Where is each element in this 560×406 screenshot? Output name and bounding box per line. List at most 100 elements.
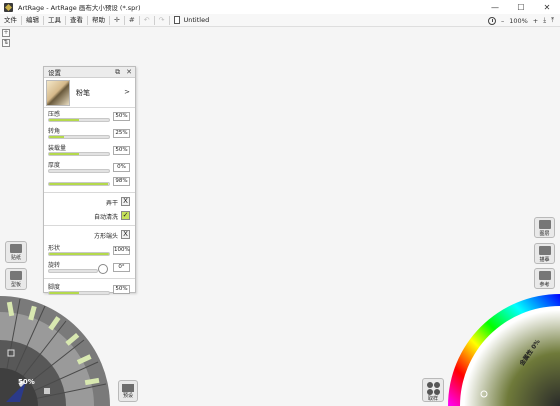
- check-label: 方形端头: [93, 233, 118, 240]
- transform-icon[interactable]: ✛: [110, 15, 125, 25]
- slider-label: 形状: [48, 245, 61, 252]
- shape-slider[interactable]: [48, 252, 110, 256]
- thickness-slider-row: 厚度 0%: [44, 159, 135, 176]
- document-title: Untitled: [183, 16, 210, 24]
- slider-label: 旋转: [48, 262, 61, 269]
- divider: [44, 278, 135, 279]
- maximize-button[interactable]: ☐: [508, 0, 534, 14]
- settings-panel-header[interactable]: 设置 ⧉ ✕: [44, 67, 135, 78]
- zoom-level[interactable]: 100%: [509, 17, 528, 25]
- minimize-button[interactable]: —: [482, 0, 508, 14]
- panel-options-icon[interactable]: ⧉: [115, 68, 120, 77]
- reference-label: 参考: [539, 282, 550, 288]
- tracing-button[interactable]: 描摹: [534, 243, 555, 264]
- tracing-label: 描摹: [539, 257, 550, 263]
- square-head-toggle-row: 方形端头 X: [44, 228, 135, 242]
- tool-name: 粉笔: [76, 88, 90, 97]
- stickers-button[interactable]: 贴纸: [5, 241, 27, 263]
- redo-icon[interactable]: ↷: [155, 15, 170, 25]
- panel-close-icon[interactable]: ✕: [126, 68, 132, 77]
- rotation-slider-row: 转角 25%: [44, 125, 135, 142]
- window-controls: — ☐ ✕: [482, 0, 560, 14]
- slider-fill: [49, 253, 109, 255]
- settings-panel-title: 设置: [48, 69, 61, 77]
- tool-wheel[interactable]: [0, 296, 130, 406]
- slider-fill: [49, 292, 79, 294]
- slider-label: 厚度: [48, 162, 61, 169]
- rotation-dial[interactable]: [98, 264, 108, 274]
- export-icon[interactable]: ⤒: [551, 16, 554, 25]
- softness-slider-row: 98%: [44, 176, 135, 190]
- presets-icon: [122, 384, 134, 392]
- reference-button[interactable]: 参考: [534, 268, 555, 289]
- loading-value[interactable]: 50%: [113, 146, 130, 155]
- loading-slider[interactable]: [48, 152, 110, 156]
- width-slider[interactable]: [48, 291, 110, 295]
- pressure-slider[interactable]: [48, 118, 110, 122]
- zoom-out-button[interactable]: –: [501, 17, 504, 25]
- menu-file[interactable]: 文件: [0, 15, 22, 25]
- undo-icon[interactable]: ↶: [140, 15, 155, 25]
- menu-view[interactable]: 查看: [66, 15, 88, 25]
- close-button[interactable]: ✕: [534, 0, 560, 14]
- dry-checkbox[interactable]: X: [121, 197, 130, 206]
- layers-label: 图层: [539, 231, 550, 237]
- thickness-slider[interactable]: [48, 169, 110, 173]
- head-rotation-slider[interactable]: [48, 269, 98, 273]
- thickness-value[interactable]: 0%: [113, 163, 130, 172]
- auto-clean-toggle-row: 自动清洗 ✓: [44, 209, 135, 223]
- import-icon[interactable]: ⤓: [543, 16, 546, 25]
- add-guide-icon[interactable]: +: [2, 29, 10, 37]
- check-label: 自动清洗: [93, 214, 118, 221]
- divider: [44, 192, 135, 193]
- color-picker[interactable]: [448, 294, 560, 406]
- slider-label: 压感: [48, 111, 61, 118]
- pressure-value[interactable]: 50%: [113, 112, 130, 121]
- tool-selector[interactable]: 粉笔 >: [44, 78, 135, 108]
- rotate-value[interactable]: 25%: [113, 129, 130, 138]
- check-label: 弄干: [105, 200, 118, 207]
- canvas-zoom-level: 50%: [18, 378, 35, 386]
- stencils-button[interactable]: 型板: [5, 268, 27, 290]
- stickers-label: 贴纸: [10, 255, 21, 261]
- presets-button[interactable]: 预设: [118, 380, 138, 402]
- rotate-slider[interactable]: [48, 135, 110, 139]
- tracing-icon: [538, 246, 551, 255]
- menu-tools[interactable]: 工具: [44, 15, 66, 25]
- dry-toggle-row: 弄干 X: [44, 195, 135, 209]
- window-title: ArtRage - ArtRage 画布大小预设 (*.spr): [18, 4, 141, 12]
- samples-icon: [426, 382, 440, 395]
- layers-icon: [538, 220, 551, 229]
- head-rotation-row: 旋转 0°: [44, 259, 135, 276]
- samples-button[interactable]: 取样: [422, 378, 444, 402]
- title-bar: ArtRage - ArtRage 画布大小预设 (*.spr) — ☐ ✕: [0, 0, 560, 14]
- pressure-slider-row: 压感 50%: [44, 108, 135, 125]
- grid-icon[interactable]: #: [125, 15, 140, 25]
- slider-fill: [49, 119, 79, 121]
- slider-label: 装载量: [48, 145, 67, 152]
- menu-help[interactable]: 帮助: [88, 15, 110, 25]
- layers-button[interactable]: 图层: [534, 217, 555, 238]
- artrage-window: ArtRage - ArtRage 画布大小预设 (*.spr) — ☐ ✕ 文…: [0, 0, 560, 406]
- shape-slider-row: 形状 100%: [44, 242, 135, 259]
- zoom-in-button[interactable]: +: [533, 17, 538, 25]
- menu-edit[interactable]: 编辑: [22, 15, 44, 25]
- square-head-checkbox[interactable]: X: [121, 230, 130, 239]
- slider-fill: [49, 183, 108, 185]
- auto-clean-checkbox[interactable]: ✓: [121, 211, 130, 220]
- shape-value[interactable]: 100%: [113, 246, 130, 255]
- softness-value[interactable]: 98%: [113, 177, 130, 186]
- slider-fill: [49, 153, 79, 155]
- head-rotation-value[interactable]: 0°: [113, 263, 130, 272]
- softness-slider[interactable]: [48, 182, 110, 186]
- menu-bar: 文件 编辑 工具 查看 帮助 ✛ # ↶ ↷ Untitled – 100% +…: [0, 14, 560, 27]
- width-value[interactable]: 50%: [113, 285, 130, 294]
- chevron-right-icon[interactable]: >: [124, 88, 130, 96]
- timer-icon[interactable]: [487, 16, 496, 25]
- settings-panel: 设置 ⧉ ✕ 粉笔 > 压感 50% 转角 25% 装载量 50% 厚度 0% …: [43, 66, 136, 295]
- divider: [44, 225, 135, 226]
- arrow-icon[interactable]: ⇅: [2, 39, 10, 47]
- loading-slider-row: 装载量 50%: [44, 142, 135, 159]
- slider-label: 转角: [48, 128, 61, 135]
- zoom-controls: – 100% + ⤓ ⤒: [487, 14, 554, 27]
